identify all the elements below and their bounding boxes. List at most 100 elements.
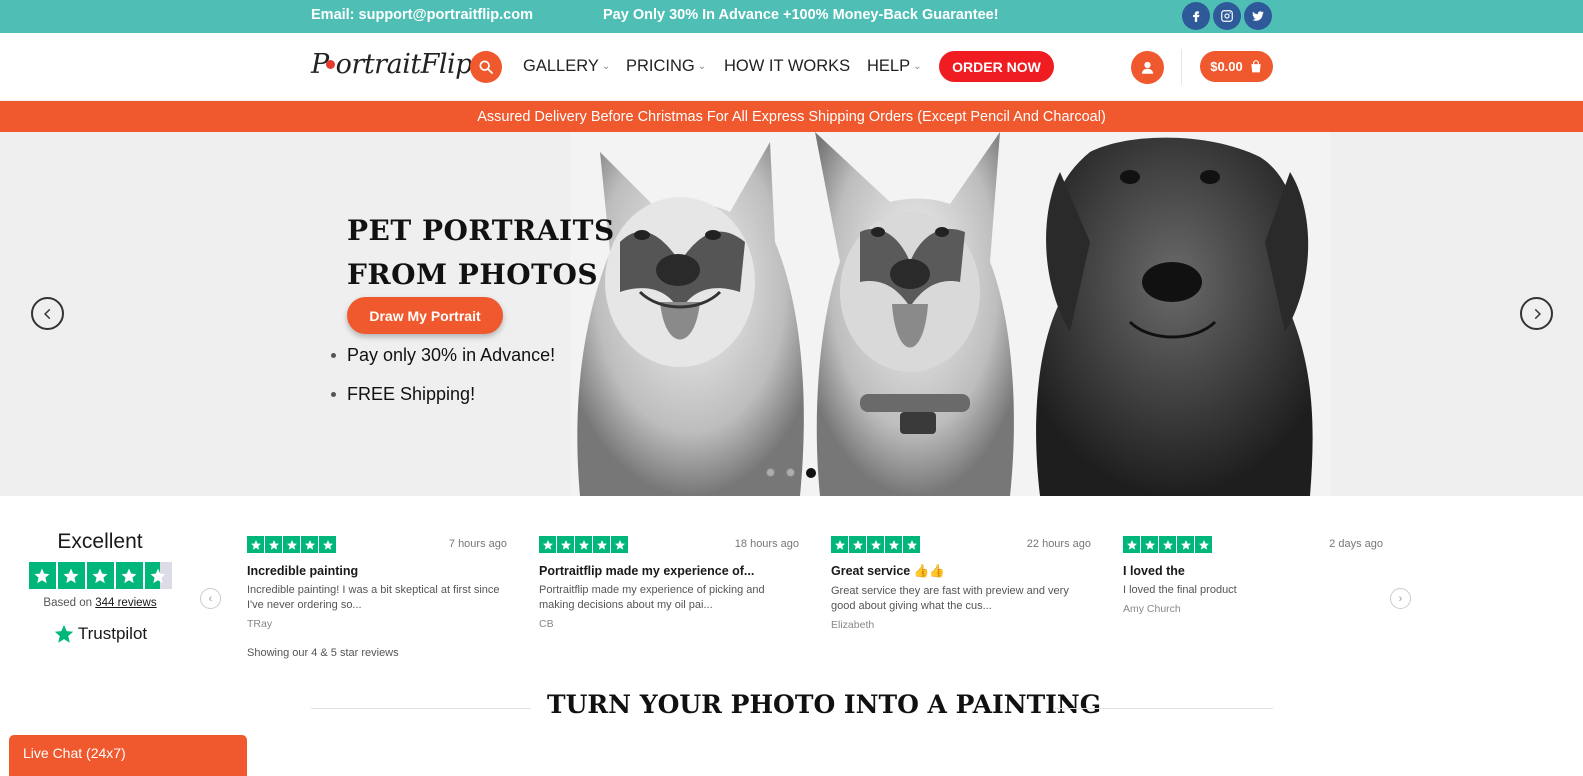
review-text: Incredible painting! I was a bit skeptic… — [247, 584, 500, 611]
delivery-notice: Assured Delivery Before Christmas For Al… — [0, 101, 1583, 132]
rating-word: Excellent — [57, 530, 143, 553]
slider-dot[interactable] — [766, 468, 775, 477]
hero-title: PET PORTRAITS FROM PHOTOS — [347, 209, 615, 297]
star-icon — [265, 536, 282, 553]
star-icon — [903, 536, 920, 553]
top-bar: Email: support@portraitflip.com Pay Only… — [0, 0, 1583, 33]
nav-gallery[interactable]: GALLERY ⌄ — [523, 57, 610, 76]
hero-title-line-1: PET PORTRAITS — [347, 214, 615, 247]
star-icon — [283, 536, 300, 553]
star-icon — [611, 536, 628, 553]
star-icon — [867, 536, 884, 553]
site-header: PortraitFlip GALLERY ⌄ PRICING ⌄ HOW IT WO… — [0, 33, 1583, 101]
star-icon — [1195, 536, 1212, 553]
review-title: Great service 👍👍 — [831, 564, 945, 578]
nav-gallery-label: GALLERY — [523, 57, 599, 75]
twitter-icon[interactable] — [1244, 2, 1272, 30]
star-icon — [539, 536, 556, 553]
review-author: CB — [539, 618, 554, 630]
draw-my-portrait-button[interactable]: Draw My Portrait — [347, 297, 503, 334]
star-icon — [885, 536, 902, 553]
promo-text: Pay Only 30% In Advance +100% Money-Back… — [603, 7, 999, 23]
reviews-count-link[interactable]: 344 reviews — [95, 597, 156, 609]
review-author: Elizabeth — [831, 619, 875, 631]
star-icon — [1141, 536, 1158, 553]
chevron-left-icon — [43, 308, 50, 319]
section-divider-right — [1053, 708, 1273, 709]
dog-portrait-image — [570, 132, 1330, 496]
hero-title-line-2: FROM PHOTOS — [347, 258, 599, 291]
slider-dots — [766, 468, 816, 478]
cart-total: $0.00 — [1210, 59, 1243, 74]
review-title: Incredible painting — [247, 564, 359, 578]
review-time: 22 hours ago — [1026, 538, 1091, 550]
star-icon — [115, 562, 143, 589]
review-time: 18 hours ago — [734, 538, 799, 550]
review-card[interactable]: 18 hours ago Portraitflip made my experi… — [539, 536, 799, 630]
reviews-next-button[interactable]: › — [1390, 588, 1411, 609]
star-icon — [319, 536, 336, 553]
slider-prev-button[interactable] — [31, 297, 64, 330]
review-title: I loved the — [1123, 564, 1185, 578]
site-logo[interactable]: PortraitFlip — [311, 49, 472, 80]
account-button[interactable] — [1131, 51, 1164, 84]
header-divider — [1181, 49, 1182, 85]
review-time: 7 hours ago — [448, 538, 507, 550]
star-icon — [557, 536, 574, 553]
star-icon — [28, 562, 56, 589]
star-icon — [57, 562, 85, 589]
review-author: TRay — [247, 618, 273, 630]
section-title: TURN YOUR PHOTO INTO A PAINTING — [547, 690, 1102, 719]
chevron-down-icon: ⌄ — [697, 61, 707, 72]
cart-button[interactable]: $0.00 — [1200, 51, 1273, 82]
star-icon — [849, 536, 866, 553]
star-icon — [301, 536, 318, 553]
reviews-prev-button[interactable]: ‹ — [200, 588, 221, 609]
user-icon — [1141, 61, 1154, 74]
nav-help-label: HELP — [867, 57, 911, 75]
facebook-icon[interactable] — [1182, 2, 1210, 30]
star-icon — [86, 562, 114, 589]
order-now-button[interactable]: ORDER NOW — [939, 51, 1054, 82]
slider-dot[interactable] — [786, 468, 795, 477]
star-icon — [593, 536, 610, 553]
live-chat-button[interactable]: Live Chat (24x7) — [9, 735, 247, 776]
hero-bullets: Pay only 30% in Advance! FREE Shipping! — [330, 340, 555, 418]
star-icon — [1123, 536, 1140, 553]
review-title: Portraitflip made my experience of... — [539, 564, 755, 578]
review-time: 2 days ago — [1329, 538, 1383, 550]
nav-help[interactable]: HELP ⌄ — [867, 57, 922, 76]
slider-dot-active[interactable] — [806, 468, 816, 478]
review-text: Great service they are fast with preview… — [831, 585, 1069, 612]
hero-bullet: FREE Shipping! — [330, 379, 555, 418]
chevron-down-icon: ⌄ — [601, 61, 611, 72]
nav-how-it-works[interactable]: HOW IT WORKS — [724, 57, 850, 76]
review-card[interactable]: 7 hours ago Incredible painting Incredib… — [247, 536, 507, 630]
instagram-icon[interactable] — [1213, 2, 1241, 30]
review-author: Amy Church — [1123, 603, 1181, 615]
star-icon — [1177, 536, 1194, 553]
half-star-icon — [144, 562, 172, 589]
review-text: I loved the final product — [1123, 584, 1237, 596]
search-icon — [479, 60, 493, 74]
star-icon — [247, 536, 264, 553]
nav-pricing[interactable]: PRICING ⌄ — [626, 57, 706, 76]
review-text: Portraitflip made my experience of picki… — [539, 584, 765, 611]
chevron-down-icon: ⌄ — [913, 61, 922, 72]
rating-stars — [24, 562, 176, 589]
trustpilot-summary: Excellent Based on 344 reviews Trustpilo… — [24, 530, 176, 645]
trustpilot-logo[interactable]: Trustpilot — [24, 623, 176, 645]
showing-reviews-note: Showing our 4 & 5 star reviews — [247, 647, 399, 659]
based-on-prefix: Based on — [43, 597, 93, 609]
hero-bullet: Pay only 30% in Advance! — [330, 340, 555, 379]
slider-next-button[interactable] — [1520, 297, 1553, 330]
search-button[interactable] — [470, 51, 502, 83]
review-card[interactable]: 22 hours ago Great service 👍👍 Great serv… — [831, 536, 1091, 631]
star-icon — [1159, 536, 1176, 553]
review-card[interactable]: 2 days ago I loved the I loved the final… — [1123, 536, 1383, 615]
support-email[interactable]: Email: support@portraitflip.com — [311, 7, 533, 23]
based-on-text: Based on 344 reviews — [24, 597, 176, 609]
trustpilot-brand: Trustpilot — [77, 624, 148, 643]
star-icon — [575, 536, 592, 553]
trustpilot-star-icon — [54, 624, 74, 643]
